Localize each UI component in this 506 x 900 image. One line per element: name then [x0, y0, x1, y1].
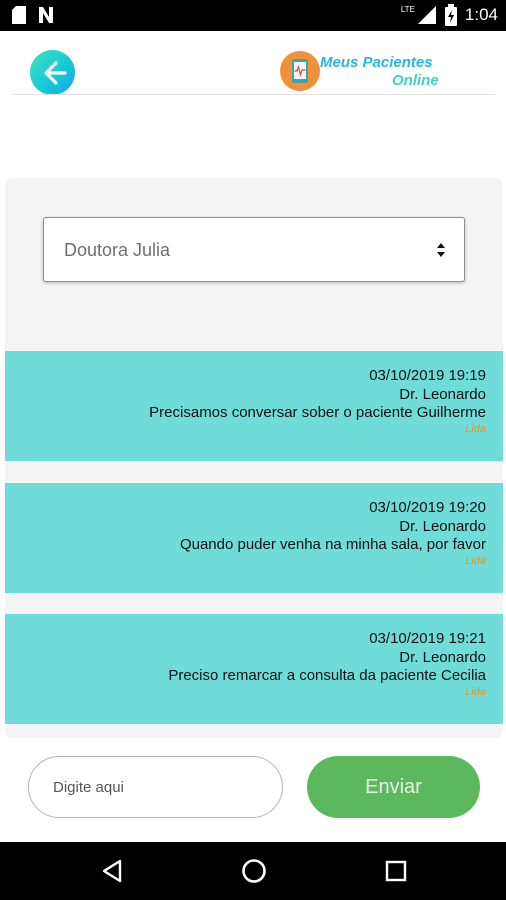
- header-divider: [12, 94, 495, 95]
- nav-home-button[interactable]: [239, 856, 269, 886]
- nav-back-button[interactable]: [97, 856, 127, 886]
- status-left: [12, 6, 54, 24]
- system-nav-bar: [0, 842, 506, 900]
- home-circle-icon: [242, 859, 266, 883]
- message-item[interactable]: 03/10/2019 19:20 Dr. Leonardo Quando pud…: [5, 483, 503, 593]
- message-item[interactable]: 03/10/2019 19:21 Dr. Leonardo Preciso re…: [5, 614, 503, 724]
- message-sender: Dr. Leonardo: [399, 385, 486, 403]
- status-time: 1:04: [464, 5, 498, 24]
- logo-subtitle: Online: [392, 72, 439, 89]
- arrow-left-icon: [43, 60, 67, 85]
- message-status: Lida: [465, 423, 486, 435]
- logo-title: Meus Pacientes: [320, 54, 433, 71]
- message-content: 03/10/2019 19:20 Dr. Leonardo Quando pud…: [180, 499, 486, 555]
- sd-card-icon: [12, 6, 26, 24]
- battery-icon: [444, 4, 457, 26]
- message-text: Preciso remarcar a consulta da paciente …: [168, 667, 486, 684]
- signal-icon: [417, 6, 436, 24]
- status-right: LTE 1:04: [401, 4, 498, 26]
- back-button[interactable]: [30, 50, 75, 95]
- message-sender: Dr. Leonardo: [399, 517, 486, 535]
- recents-square-icon: [385, 860, 407, 882]
- notification-n-icon: [39, 7, 53, 23]
- app-header: Meus Pacientes Online: [0, 31, 506, 96]
- message-item[interactable]: 03/10/2019 19:19 Dr. Leonardo Precisamos…: [5, 351, 503, 461]
- back-triangle-icon: [102, 859, 122, 883]
- message-datetime: 03/10/2019 19:21: [369, 630, 486, 647]
- send-button[interactable]: Enviar: [307, 756, 480, 818]
- message-content: 03/10/2019 19:21 Dr. Leonardo Preciso re…: [168, 630, 486, 686]
- message-status: Lida: [465, 686, 486, 698]
- app-logo: Meus Pacientes Online: [280, 51, 500, 93]
- message-text: Precisamos conversar sober o paciente Gu…: [149, 404, 486, 421]
- recipient-select[interactable]: Doutora Julia: [43, 217, 465, 282]
- message-text: Quando puder venha na minha sala, por fa…: [179, 536, 486, 553]
- phone-heartbeat-icon: [280, 51, 320, 91]
- nav-recents-button[interactable]: [381, 856, 411, 886]
- status-bar: LTE 1:04: [0, 0, 506, 31]
- network-type-label: LTE: [400, 4, 415, 14]
- recipient-select-value: Doutora Julia: [64, 240, 171, 260]
- app-screen: LTE 1:04 Meus Pacientes Online Doutora J…: [0, 0, 506, 900]
- message-input-container: [28, 756, 283, 818]
- message-datetime: 03/10/2019 19:20: [369, 499, 486, 516]
- message-sender: Dr. Leonardo: [399, 648, 486, 666]
- message-input[interactable]: [53, 775, 258, 799]
- sort-arrows-icon: [437, 243, 445, 257]
- message-content: 03/10/2019 19:19 Dr. Leonardo Precisamos…: [149, 367, 486, 423]
- message-status: Lida: [465, 555, 486, 567]
- message-datetime: 03/10/2019 19:19: [369, 367, 486, 384]
